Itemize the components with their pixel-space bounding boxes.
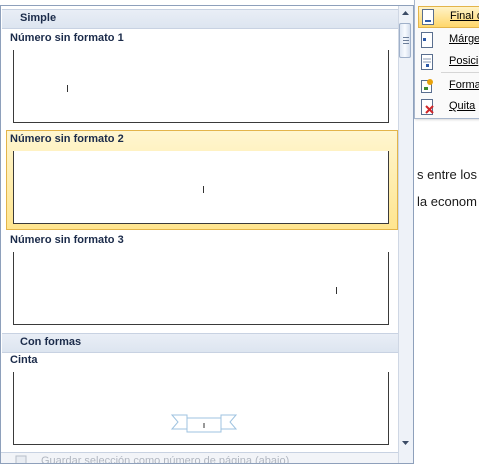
current-position-icon (421, 54, 433, 70)
menu-separator (441, 72, 479, 73)
page-number-mark (203, 186, 204, 193)
menu-item-label: Posici (449, 55, 479, 67)
scrollbar-thumb[interactable] (399, 23, 411, 58)
section-header-simple: Simple (2, 9, 398, 29)
remove-page-numbers-icon (421, 99, 434, 115)
gallery-item-title: Cinta (10, 354, 38, 366)
save-selection-footer: Guardar selección como número de página … (1, 452, 413, 464)
format-page-numbers-icon (421, 79, 433, 93)
document-text-line: la econom (417, 194, 477, 209)
gallery-item-title: Número sin formato 1 (10, 32, 124, 44)
menu-item-label: Final d (450, 10, 479, 22)
menu-item-label: Márge (449, 33, 479, 45)
menu-item-remove-page-numbers[interactable]: Quita (418, 97, 479, 117)
ribbon-shape-icon (171, 414, 237, 433)
document-text-line: s entre los (417, 167, 477, 182)
save-selection-icon (15, 455, 27, 463)
menu-item-page-margins[interactable]: Márge (418, 30, 479, 50)
page-bottom-icon (422, 9, 434, 25)
section-header-shapes: Con formas (2, 333, 398, 353)
menu-item-current-position[interactable]: Posici (418, 52, 479, 72)
save-selection-label: Guardar selección como número de página … (41, 455, 290, 464)
scroll-up-arrow-icon[interactable] (398, 6, 413, 21)
page-margins-icon (421, 32, 433, 48)
gallery-item-plain-number-2[interactable] (13, 151, 389, 224)
gallery-item-title: Número sin formato 2 (10, 133, 124, 145)
menu-item-format-page-numbers[interactable]: Forma (418, 76, 479, 96)
gallery-item-title: Número sin formato 3 (10, 234, 124, 246)
gallery-scrollbar[interactable] (398, 6, 413, 463)
gallery-item-ribbon[interactable] (13, 372, 389, 445)
menu-item-label: Quita (449, 100, 476, 112)
gallery-item-plain-number-1[interactable] (13, 50, 389, 123)
menu-item-label: Forma (449, 79, 479, 91)
gallery-item-plain-number-3[interactable] (13, 252, 389, 325)
page-number-gallery: Simple Número sin formato 1 Número sin f… (0, 5, 414, 464)
page-number-mark (67, 85, 68, 92)
scroll-down-arrow-icon[interactable] (398, 435, 413, 450)
page-number-mark (336, 287, 337, 294)
menu-item-bottom-of-page[interactable]: Final d (418, 6, 479, 28)
